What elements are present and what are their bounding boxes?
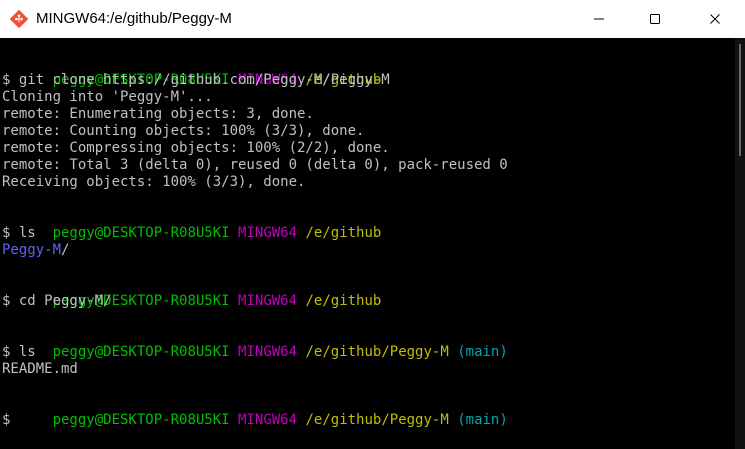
directory-slash: / — [61, 242, 70, 258]
maximize-button[interactable] — [632, 0, 678, 38]
prompt-shell: MINGW64 — [238, 344, 298, 360]
close-icon — [709, 13, 721, 25]
output-line: README.md — [2, 361, 78, 377]
prompt-shell: MINGW64 — [238, 225, 298, 241]
output-line: remote: Total 3 (delta 0), reused 0 (del… — [2, 157, 508, 173]
title-bar[interactable]: MINGW64:/e/github/Peggy-M — [0, 0, 745, 38]
directory-entry: Peggy-M — [2, 242, 62, 258]
prompt-line: peggy@DESKTOP-R08U5KI MINGW64 /e/github/… — [2, 395, 508, 428]
output-line: remote: Compressing objects: 100% (2/2),… — [2, 140, 390, 156]
prompt-line: peggy@DESKTOP-R08U5KI MINGW64 /e/github/… — [2, 327, 508, 360]
minimize-icon — [593, 13, 605, 25]
prompt-line: peggy@DESKTOP-R08U5KI MINGW64 /e/github — [2, 55, 382, 88]
prompt-branch: (main) — [457, 344, 508, 360]
prompt-path: /e/github — [305, 293, 382, 309]
prompt-path: /e/github — [305, 225, 382, 241]
command-input-line[interactable]: $ — [2, 412, 10, 429]
vertical-scrollbar[interactable] — [735, 38, 745, 449]
prompt-user-host: peggy@DESKTOP-R08U5KI — [52, 412, 230, 428]
command-line: $ git clone https://github.com/Peggy-M/P… — [2, 72, 390, 88]
terminal-window: MINGW64:/e/github/Peggy-M peggy@DESKTOP-… — [0, 0, 745, 449]
terminal-output[interactable]: peggy@DESKTOP-R08U5KI MINGW64 /e/github … — [0, 38, 735, 449]
git-bash-icon[interactable] — [9, 9, 29, 29]
prompt-user-host: peggy@DESKTOP-R08U5KI — [52, 344, 230, 360]
output-line: remote: Enumerating objects: 3, done. — [2, 106, 314, 122]
prompt-path: /e/github/Peggy-M — [305, 344, 449, 360]
prompt-user-host: peggy@DESKTOP-R08U5KI — [52, 225, 230, 241]
window-title: MINGW64:/e/github/Peggy-M — [36, 10, 232, 27]
prompt-shell: MINGW64 — [238, 412, 298, 428]
prompt-branch: (main) — [457, 412, 508, 428]
prompt-shell: MINGW64 — [238, 293, 298, 309]
maximize-icon — [649, 13, 661, 25]
output-line: remote: Counting objects: 100% (3/3), do… — [2, 123, 365, 139]
prompt-path: /e/github/Peggy-M — [305, 412, 449, 428]
prompt-line: peggy@DESKTOP-R08U5KI MINGW64 /e/github — [2, 276, 382, 309]
command-line: $ cd Peggy-M/ — [2, 293, 112, 309]
prompt-line: peggy@DESKTOP-R08U5KI MINGW64 /e/github — [2, 208, 382, 241]
output-line: Cloning into 'Peggy-M'... — [2, 89, 213, 105]
output-line: Receiving objects: 100% (3/3), done. — [2, 174, 306, 190]
minimize-button[interactable] — [576, 0, 622, 38]
scrollbar-thumb[interactable] — [739, 44, 741, 156]
output-line: Peggy-M/ — [2, 242, 69, 259]
command-line: $ ls — [2, 344, 36, 360]
close-button[interactable] — [692, 0, 738, 38]
command-line: $ ls — [2, 225, 36, 241]
